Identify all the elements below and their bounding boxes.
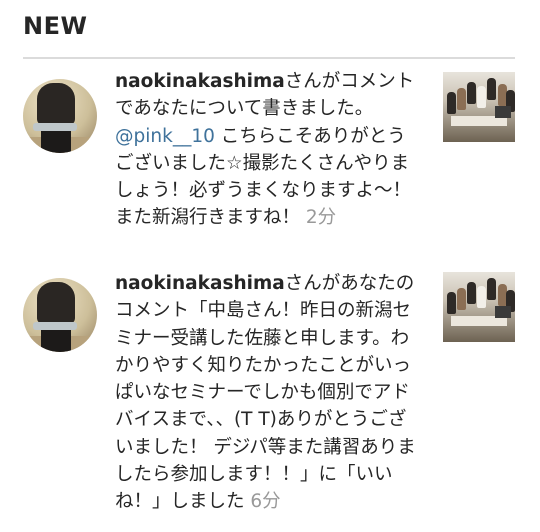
header-title: NEW	[23, 12, 88, 40]
timestamp: 6分	[244, 491, 281, 513]
header-divider	[23, 57, 515, 59]
notification-action: さんがあなたのコメント「中島さん！昨日の新潟セミナー受講した佐藤と申します。わか…	[115, 273, 416, 513]
avatar[interactable]	[23, 79, 97, 153]
notification-text: naokinakashimaさんがコメントであなたについて書きました。 @pink…	[115, 68, 420, 232]
username-link[interactable]: naokinakashima	[115, 71, 285, 92]
timestamp: 2分	[300, 207, 337, 229]
notification-text: naokinakashimaさんがあなたのコメント「中島さん！昨日の新潟セミナー…	[115, 270, 420, 516]
mention-link[interactable]: @pink__10	[115, 126, 215, 147]
post-thumbnail[interactable]	[443, 72, 515, 142]
avatar[interactable]	[23, 278, 97, 352]
username-link[interactable]: naokinakashima	[115, 273, 285, 294]
post-thumbnail[interactable]	[443, 272, 515, 342]
